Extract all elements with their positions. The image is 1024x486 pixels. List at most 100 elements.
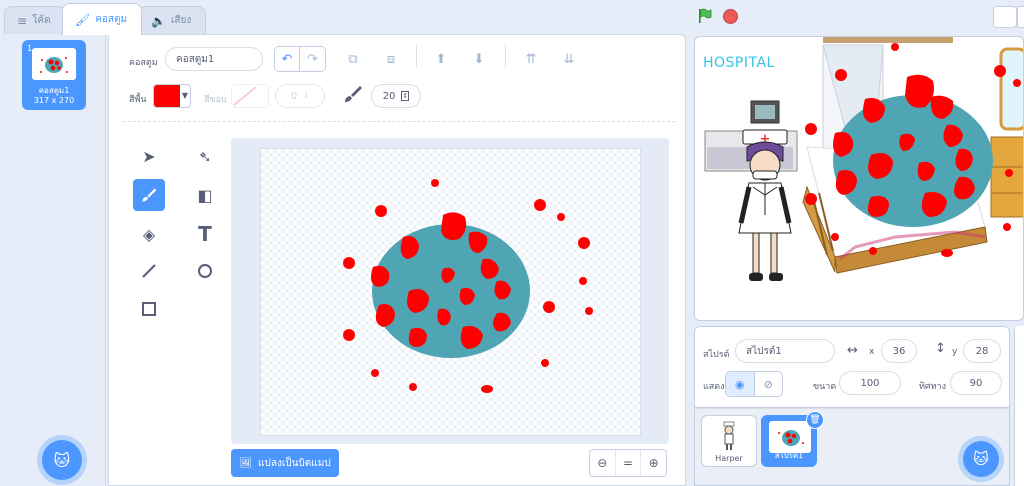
eye-icon: ◉ [734, 377, 745, 391]
convert-to-bitmap-button[interactable]: 🖼 แปลงเป็นบิตแมป [231, 449, 339, 477]
nurse-sprite: + [738, 129, 792, 281]
trash-icon: 🗑 [809, 415, 821, 425]
backward-icon[interactable]: ⬇ [467, 47, 491, 71]
eraser-tool[interactable]: ◧ [189, 179, 221, 211]
paint-bucket-icon: ◈ [142, 224, 156, 244]
brush-size-input[interactable]: 20 ⇕ [371, 84, 421, 108]
sprite-name-input[interactable]: สไปรต์1 [735, 339, 835, 363]
brush-tool[interactable] [133, 179, 165, 211]
sprite-label: สไปรต์ [703, 350, 730, 360]
cat-add-icon: 🐱 [53, 450, 71, 470]
hospital-sign: HOSPITAL [703, 55, 775, 71]
y-label: y [952, 347, 958, 357]
zoom-out-icon: ⊖ [597, 456, 608, 470]
x-label: x [869, 347, 875, 357]
toolbar-divider [123, 121, 675, 122]
fill-label: สีพื้น [129, 95, 147, 105]
fill-color-swatch [154, 85, 180, 107]
x-input[interactable]: 36 [881, 339, 917, 363]
paint-editor: คอสตูม คอสตูม1 ↶ ↷ ⧉ ⧈ ⬆ ⬇ ⇈ ⇊ สีพื้น ▼ … [108, 34, 686, 486]
small-stage-button[interactable] [993, 6, 1017, 28]
brush-size-icon [345, 86, 362, 102]
direction-label: ทิศทาง [919, 382, 947, 392]
circle-tool[interactable] [189, 255, 221, 287]
costume-drawing [343, 179, 593, 393]
outline-label: สีขอบ [204, 95, 227, 105]
size-label: ขนาด [813, 382, 837, 392]
brush-icon [142, 188, 157, 202]
canvas-area [231, 138, 669, 444]
choose-costume-button[interactable]: 🐱 [42, 440, 82, 480]
forward-icon[interactable]: ⬆ [429, 47, 453, 71]
tab-costumes[interactable]: 🖌 คอสตูม [62, 3, 142, 35]
y-input[interactable]: 28 [963, 339, 1001, 363]
chevron-down-icon: ▼ [181, 91, 188, 100]
direction-input[interactable]: 90 [950, 371, 1002, 395]
tab-sounds[interactable]: 🔈 เสียง [138, 6, 206, 34]
editor-tabs: ≡ โค้ด 🖌 คอสตูม 🔈 เสียง [0, 0, 300, 35]
text-tool[interactable]: T [189, 218, 221, 250]
large-stage-button[interactable] [1017, 6, 1024, 28]
sprite-thumbnail [708, 420, 750, 452]
zoom-in-button[interactable]: ⊕ [641, 450, 666, 476]
outline-width-input[interactable]: 0 ⇕ [275, 84, 325, 108]
sprite-tile-sprite1[interactable]: สไปรต์1 🗑 [761, 411, 824, 467]
costume-name-label: คอสตูม [129, 58, 158, 68]
sprite-tile-harper[interactable]: Harper [701, 415, 757, 467]
visibility-toggle: ◉ ⊘ [725, 371, 783, 397]
line-tool[interactable] [133, 255, 165, 287]
choose-sprite-button[interactable]: 🐱 [963, 441, 999, 477]
costume-list: 1 คอสตูม1 317 x 270 🐱 [0, 34, 106, 486]
reshape-tool[interactable]: ➴ [189, 140, 221, 172]
stop-button[interactable] [723, 9, 738, 24]
undo-button[interactable]: ↶ [275, 47, 300, 71]
sprite-list: Harper สไปรต์1 🗑 🐱 [694, 408, 1010, 486]
costume-name-input[interactable]: คอสตูม1 [165, 47, 263, 71]
drawing-canvas[interactable] [260, 148, 641, 436]
eraser-icon: ◧ [197, 185, 213, 205]
line-icon [142, 264, 156, 278]
hide-button[interactable]: ⊘ [755, 372, 783, 396]
equals-icon: = [622, 456, 634, 470]
rectangle-icon [142, 302, 156, 316]
sprite-info-panel: สไปรต์ สไปรต์1 ↔ x 36 ↕ y 28 แสดง ◉ ⊘ ขน… [694, 326, 1010, 408]
tab-code[interactable]: ≡ โค้ด [4, 6, 66, 34]
text-icon: T [198, 222, 212, 246]
costume-tile[interactable]: 1 คอสตูม1 317 x 270 [22, 40, 86, 110]
green-flag-icon[interactable] [697, 8, 713, 24]
zoom-out-button[interactable]: ⊖ [590, 450, 616, 476]
zoom-in-icon: ⊕ [648, 456, 659, 470]
zoom-reset-button[interactable]: = [616, 450, 642, 476]
fill-tool[interactable]: ◈ [133, 218, 165, 250]
undo-redo-group: ↶ ↷ [274, 46, 326, 72]
speaker-icon: 🔈 [151, 13, 166, 28]
stepper-icon[interactable]: ⇕ [401, 91, 410, 101]
x-arrows-icon: ↔ [847, 343, 858, 358]
select-tool[interactable]: ➤ [133, 140, 165, 172]
fill-color-picker[interactable]: ▼ [153, 84, 191, 108]
redo-button[interactable]: ↷ [300, 47, 325, 71]
image-icon: 🖼 [239, 457, 253, 469]
delete-sprite-button[interactable]: 🗑 [806, 411, 824, 429]
stage-target-pane[interactable] [1014, 326, 1024, 486]
eye-slash-icon: ⊘ [763, 377, 773, 391]
divider [416, 45, 417, 67]
circle-icon [198, 264, 212, 278]
size-input[interactable]: 100 [839, 371, 901, 395]
reshape-icon: ➴ [198, 146, 212, 166]
ungroup-icon[interactable]: ⧈ [379, 47, 403, 71]
no-outline-icon [233, 86, 257, 106]
outline-color-picker[interactable] [231, 84, 269, 108]
back-icon[interactable]: ⇊ [557, 47, 581, 71]
zoom-controls: ⊖ = ⊕ [589, 449, 667, 477]
show-button[interactable]: ◉ [726, 372, 755, 396]
stage-scene: + [704, 37, 1023, 281]
arrow-icon: ➤ [142, 146, 156, 166]
y-arrows-icon: ↕ [935, 341, 946, 356]
stage[interactable]: + HOSPITAL [694, 36, 1024, 321]
costume-thumbnail [32, 48, 76, 80]
group-icon[interactable]: ⧉ [341, 47, 365, 71]
code-icon: ≡ [17, 13, 28, 28]
rectangle-tool[interactable] [133, 293, 165, 325]
front-icon[interactable]: ⇈ [519, 47, 543, 71]
